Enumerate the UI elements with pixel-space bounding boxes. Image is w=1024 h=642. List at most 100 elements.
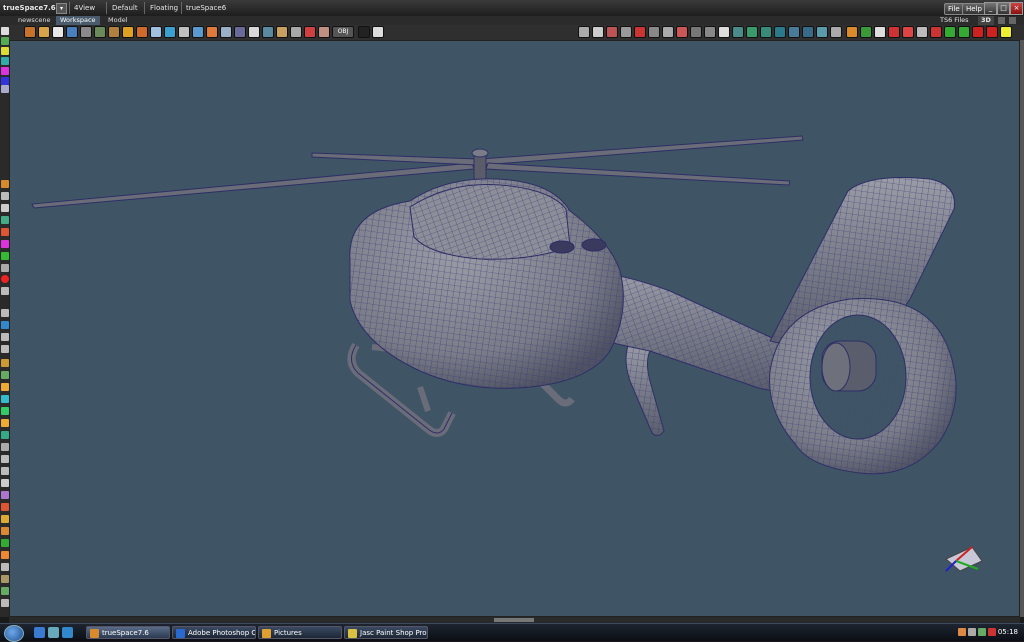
layout-floating[interactable]: Floating — [150, 3, 178, 13]
layer-yellow-icon[interactable] — [1, 47, 9, 55]
loop-icon[interactable] — [1, 479, 9, 487]
3d-viewport[interactable] — [9, 40, 1020, 617]
tab-newscene[interactable]: newscene — [14, 16, 55, 25]
pointer-icon[interactable] — [718, 26, 730, 38]
view-toggle-icon[interactable] — [998, 17, 1005, 24]
end-icon[interactable] — [1, 333, 9, 341]
record-button-icon[interactable] — [1, 275, 9, 283]
step-icon[interactable] — [1, 309, 9, 317]
select-edge-icon[interactable] — [774, 26, 786, 38]
extrude-icon[interactable] — [1, 383, 9, 391]
axis-tool-icon[interactable] — [276, 26, 288, 38]
cone-icon[interactable] — [1, 503, 9, 511]
color-icon[interactable] — [1, 240, 9, 248]
green-cube-icon[interactable] — [860, 26, 872, 38]
select-vertex-icon[interactable] — [788, 26, 800, 38]
face-tool-icon[interactable] — [318, 26, 330, 38]
plane-icon[interactable] — [1, 551, 9, 559]
tool-palette-icon[interactable] — [1, 27, 9, 35]
view-fit-icon[interactable] — [662, 26, 674, 38]
group-tool-icon[interactable] — [94, 26, 106, 38]
close-tool-icon[interactable] — [986, 26, 998, 38]
axis-gizmo-icon[interactable] — [945, 546, 983, 572]
utility-icon[interactable] — [1, 599, 9, 607]
obj-export-button[interactable]: OBJ — [332, 26, 354, 38]
close-panel-icon[interactable] — [1009, 17, 1016, 24]
loop-select-icon[interactable] — [802, 26, 814, 38]
camera-tool-icon[interactable] — [136, 26, 148, 38]
key-icon[interactable] — [1, 345, 9, 353]
help-menu-button[interactable]: Help — [962, 3, 986, 15]
align-tool-icon[interactable] — [290, 26, 302, 38]
cube-icon[interactable] — [1, 395, 9, 403]
security-icon[interactable] — [988, 628, 996, 636]
tab-workspace[interactable]: Workspace — [56, 16, 100, 25]
network-icon[interactable] — [978, 628, 986, 636]
snap-icon[interactable] — [1000, 26, 1012, 38]
spline-icon[interactable] — [1, 443, 9, 451]
sweep-icon[interactable] — [1, 419, 9, 427]
redo-icon[interactable] — [690, 26, 702, 38]
smooth-icon[interactable] — [1, 431, 9, 439]
app-menu-dropdown[interactable]: ▾ — [56, 3, 67, 14]
paint-tool-icon[interactable] — [38, 26, 50, 38]
knife-icon[interactable] — [1, 467, 9, 475]
navigate-icon[interactable] — [578, 26, 590, 38]
expand-select-icon[interactable] — [830, 26, 842, 38]
rewind-icon[interactable] — [1, 287, 9, 295]
layout-default[interactable]: Default — [112, 3, 138, 13]
mirror-tool-icon[interactable] — [262, 26, 274, 38]
add-object-icon[interactable] — [888, 26, 900, 38]
task-pictures[interactable]: Pictures — [258, 626, 342, 639]
cube-tool-icon[interactable] — [80, 26, 92, 38]
bevel-tool-icon[interactable] — [206, 26, 218, 38]
paint-icon[interactable] — [1, 228, 9, 236]
task-photoshop[interactable]: Adobe Photoshop C... — [172, 626, 256, 639]
select-face-icon[interactable] — [760, 26, 772, 38]
switch-windows-icon[interactable] — [48, 627, 59, 638]
object-select-icon[interactable] — [1, 180, 9, 188]
bevel-icon[interactable] — [1, 407, 9, 415]
record-icon[interactable] — [634, 26, 646, 38]
deform-tool-icon[interactable] — [178, 26, 190, 38]
x-axis-icon[interactable] — [944, 26, 956, 38]
cube-view-icon[interactable] — [732, 26, 744, 38]
material-tool-icon[interactable] — [108, 26, 120, 38]
layer-cyan-icon[interactable] — [1, 57, 9, 65]
move-tool-icon[interactable] — [66, 26, 78, 38]
library-tool-icon[interactable] — [358, 26, 370, 38]
close-icon[interactable]: × — [1010, 2, 1023, 15]
deform-icon[interactable] — [1, 575, 9, 583]
cube-primitive-icon[interactable] — [846, 26, 858, 38]
select-mesh-icon[interactable] — [746, 26, 758, 38]
globe-icon[interactable] — [1, 216, 9, 224]
home-icon[interactable] — [902, 26, 914, 38]
file-menu-button[interactable]: File — [944, 3, 964, 15]
minimize-icon[interactable]: _ — [984, 2, 997, 15]
taskbar-clock[interactable]: 05:18 — [998, 626, 1018, 639]
z-axis-icon[interactable] — [972, 26, 984, 38]
layout-truespace6[interactable]: trueSpace6 — [186, 3, 226, 13]
cylinder-icon[interactable] — [1, 527, 9, 535]
layer-green-icon[interactable] — [1, 37, 9, 45]
lathe-tool-icon[interactable] — [248, 26, 260, 38]
grid-icon[interactable] — [916, 26, 928, 38]
volume-icon[interactable] — [968, 628, 976, 636]
history-icon[interactable] — [704, 26, 716, 38]
import-tool-icon[interactable] — [304, 26, 316, 38]
light-tool-icon[interactable] — [122, 26, 134, 38]
tab-model[interactable]: Model — [104, 16, 132, 25]
render-tool-icon[interactable] — [150, 26, 162, 38]
wire-box-icon[interactable] — [874, 26, 886, 38]
browser-quicklaunch-icon[interactable] — [62, 627, 73, 638]
sweep-tool-icon[interactable] — [192, 26, 204, 38]
zoom-view-icon[interactable] — [620, 26, 632, 38]
task-paint-shop-pro[interactable]: Jasc Paint Shop Pro ... — [344, 626, 428, 639]
zoom-extents-icon[interactable] — [648, 26, 660, 38]
scrollbar-thumb[interactable] — [494, 618, 534, 622]
pan-view-icon[interactable] — [606, 26, 618, 38]
rotate-view-icon[interactable] — [592, 26, 604, 38]
start-button-icon[interactable] — [4, 625, 24, 642]
sphere-icon[interactable] — [1, 515, 9, 523]
red-cube-icon[interactable] — [930, 26, 942, 38]
